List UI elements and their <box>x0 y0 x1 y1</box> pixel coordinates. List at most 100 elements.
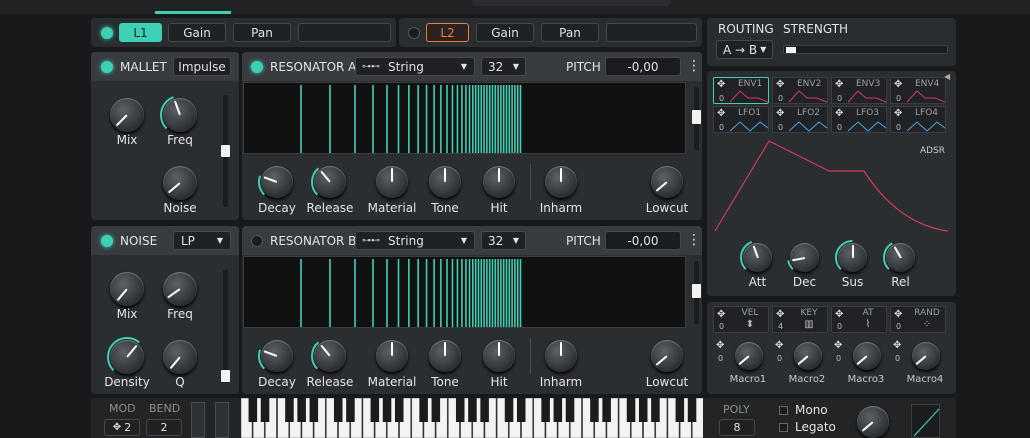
resonator-b-slider-thumb[interactable] <box>692 284 701 298</box>
layer2-button[interactable]: L2 <box>426 23 469 42</box>
mod-value[interactable]: ✥ 2 <box>104 419 140 436</box>
noise-mix-knob[interactable] <box>110 272 144 306</box>
macro-source-at[interactable]: ✥ 0 AT ⌇ <box>831 306 887 333</box>
resonator-b-decay-knob[interactable] <box>258 340 293 372</box>
resonator-a-led[interactable] <box>251 61 263 73</box>
layer1-button[interactable]: L1 <box>119 23 162 42</box>
move-icon[interactable]: ✥ <box>775 340 783 351</box>
layer2-pan[interactable]: Pan <box>541 23 599 42</box>
layer1-led[interactable] <box>101 27 113 39</box>
layer1-pan[interactable]: Pan <box>233 23 291 42</box>
noise-led[interactable] <box>101 235 113 247</box>
noise-q-knob[interactable] <box>163 340 197 374</box>
resonator-b-model[interactable]: ⊶⊷ String ▼ <box>355 231 475 250</box>
move-icon[interactable]: ✥ <box>776 309 784 320</box>
macro-source-vel[interactable]: ✥ 0 VEL ⬍ <box>713 306 769 333</box>
env-release-knob[interactable] <box>883 242 915 272</box>
move-icon[interactable]: ✥ <box>717 108 725 119</box>
strength-slider-thumb[interactable] <box>786 47 796 53</box>
resonator-b-inharm-knob[interactable] <box>545 340 577 372</box>
move-icon[interactable]: ✥ <box>776 108 784 119</box>
move-icon[interactable]: ✥ <box>835 309 843 320</box>
env-sustain-knob[interactable] <box>835 240 867 272</box>
move-icon[interactable]: ✥ <box>893 340 901 351</box>
bend-value[interactable]: 2 <box>146 419 182 436</box>
resonator-a-hit-knob[interactable] <box>483 166 515 198</box>
mod-source-lfo2[interactable]: ✥ 0 LFO2 <box>772 106 828 133</box>
move-icon[interactable]: ✥ <box>894 309 902 320</box>
move-icon[interactable]: ✥ <box>716 340 724 351</box>
legato-checkbox[interactable] <box>779 423 788 432</box>
resonator-a-material-knob[interactable] <box>376 166 408 198</box>
more-options-icon[interactable]: ⋮ <box>687 56 701 76</box>
resonator-b-slider[interactable] <box>692 261 701 324</box>
more-options-icon[interactable]: ⋮ <box>687 230 701 250</box>
poly-value[interactable]: 8 <box>719 419 755 436</box>
mod-source-lfo1[interactable]: ✥ 0 LFO1 <box>713 106 769 133</box>
noise-level-slider[interactable] <box>221 270 230 383</box>
move-icon[interactable]: ✥ <box>717 79 725 90</box>
resonator-a-lowcut-knob[interactable] <box>651 166 683 198</box>
move-icon[interactable]: ✥ <box>894 108 902 119</box>
mallet-level-slider[interactable] <box>221 95 230 207</box>
resonator-a-slider-thumb[interactable] <box>692 110 701 124</box>
mallet-level-thumb[interactable] <box>221 145 230 157</box>
noise-level-thumb[interactable] <box>221 370 230 382</box>
resonator-b-material-knob[interactable] <box>376 340 408 372</box>
resonator-a-tone-knob[interactable] <box>429 166 461 198</box>
mod-source-env1[interactable]: ✥ 0 ENV1 <box>713 77 769 104</box>
glide-knob[interactable] <box>857 406 889 438</box>
resonator-a-model[interactable]: ⊶⊷ String ▼ <box>355 57 475 76</box>
noise-density-knob[interactable] <box>107 337 144 374</box>
resonator-b-release-knob[interactable] <box>311 340 346 372</box>
piano-keyboard[interactable] <box>241 398 703 438</box>
resonator-b-lowcut-knob[interactable] <box>651 340 683 372</box>
resonator-a-partials[interactable]: 32 ▼ <box>481 57 526 76</box>
move-icon[interactable]: ✥ <box>776 79 784 90</box>
layer1-gain[interactable]: Gain <box>168 23 226 42</box>
env-decay-knob[interactable] <box>787 243 819 272</box>
move-icon[interactable]: ✥ <box>834 340 842 351</box>
noise-type[interactable]: LP ▼ <box>173 231 231 250</box>
mallet-noise-knob[interactable] <box>163 166 197 200</box>
mod-source-lfo4[interactable]: ✥ 0 LFO4 <box>890 106 946 133</box>
resonator-b-led[interactable] <box>251 235 263 247</box>
layer1-extra[interactable] <box>298 23 391 42</box>
noise-freq-knob[interactable] <box>163 272 197 306</box>
layer2-gain[interactable]: Gain <box>476 23 534 42</box>
resonator-b-hit-knob[interactable] <box>483 340 515 372</box>
resonator-a-decay-knob[interactable] <box>258 166 293 198</box>
mallet-mix-knob[interactable] <box>110 98 144 132</box>
mallet-led[interactable] <box>101 61 113 73</box>
resonator-a-pitch[interactable]: -0,00 <box>605 57 681 76</box>
mod-source-env4[interactable]: ✥ 0 ENV4 <box>890 77 946 104</box>
pitch-wheel[interactable] <box>215 402 229 438</box>
move-icon[interactable]: ✥ <box>894 79 902 90</box>
macro-4-knob[interactable] <box>912 342 940 370</box>
mod-source-lfo3[interactable]: ✥ 0 LFO3 <box>831 106 887 133</box>
macro-source-rand[interactable]: ✥ 0 RAND ⁘ <box>890 306 946 333</box>
resonator-b-partials[interactable]: 32 ▼ <box>481 231 526 250</box>
mod-source-env2[interactable]: ✥ 0 ENV2 <box>772 77 828 104</box>
macro-2-knob[interactable] <box>794 342 822 370</box>
move-icon[interactable]: ✥ <box>717 309 725 320</box>
mod-wheel[interactable] <box>191 402 205 438</box>
resonator-a-slider[interactable] <box>692 87 701 150</box>
layer2-extra[interactable] <box>606 23 697 42</box>
strength-slider[interactable] <box>783 45 948 54</box>
mono-checkbox[interactable] <box>779 406 788 415</box>
routing-select[interactable]: A → B ▼ <box>716 40 773 59</box>
mallet-type[interactable]: Impulse <box>173 57 231 76</box>
mod-source-env3[interactable]: ✥ 0 ENV3 <box>831 77 887 104</box>
macro-source-key[interactable]: ✥ 4 KEY ▥ <box>772 306 828 333</box>
move-icon[interactable]: ✥ <box>835 108 843 119</box>
move-icon[interactable]: ✥ <box>835 79 843 90</box>
resonator-b-tone-knob[interactable] <box>429 340 461 372</box>
resonator-a-inharm-knob[interactable] <box>545 166 577 198</box>
piano-keys[interactable] <box>241 398 703 438</box>
mallet-freq-knob[interactable] <box>160 96 197 132</box>
macro-1-knob[interactable] <box>735 342 763 370</box>
layer2-led[interactable] <box>408 27 420 39</box>
macro-3-knob[interactable] <box>853 342 881 370</box>
resonator-b-pitch[interactable]: -0,00 <box>605 231 681 250</box>
